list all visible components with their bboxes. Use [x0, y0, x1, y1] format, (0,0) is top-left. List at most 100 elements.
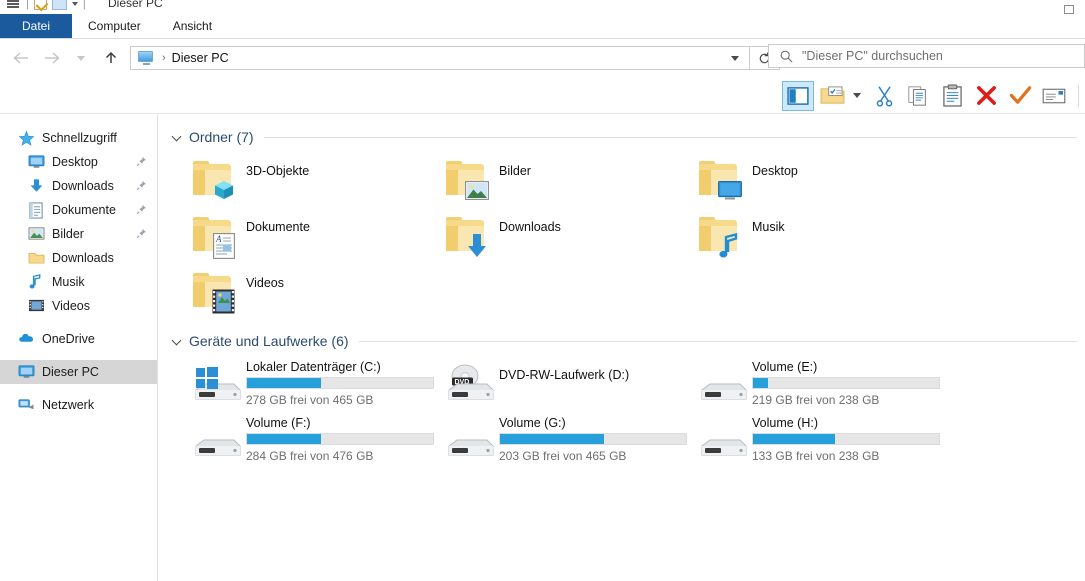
save-icon[interactable]: [33, 0, 47, 10]
new-folder-button[interactable]: [816, 81, 848, 111]
recent-locations-icon[interactable]: [66, 43, 96, 73]
group-title: Ordner (7): [189, 129, 254, 145]
sidebar-item-onedrive[interactable]: OneDrive: [0, 327, 157, 351]
hard-drive-icon: [696, 364, 748, 412]
sidebar-item-videos[interactable]: Videos: [0, 294, 157, 318]
delete-button[interactable]: [970, 81, 1002, 111]
drive-item-d[interactable]: DVD DVD-RW-Laufwerk (D:): [419, 358, 672, 414]
this-pc-icon: [18, 364, 35, 381]
window-title: Dieser PC: [108, 0, 163, 10]
menu-bar: Datei Computer Ansicht: [0, 14, 1085, 39]
group-header-folders[interactable]: Ordner (7): [172, 126, 1085, 148]
drives-grid: Lokaler Datenträger (C:) 278 GB frei von…: [166, 358, 1085, 470]
folder-item-downloads[interactable]: Downloads: [419, 210, 672, 266]
title-bar: | | Dieser PC: [0, 0, 1085, 14]
folder-item-3d-objekte[interactable]: 3D-Objekte: [166, 154, 419, 210]
drive-capacity-text: 284 GB frei von 476 GB: [246, 449, 374, 463]
sidebar-item-label: Schnellzugriff: [42, 131, 117, 145]
sidebar-item-downloads[interactable]: Downloads: [0, 174, 157, 198]
sidebar-item-downloads-folder[interactable]: Downloads: [0, 246, 157, 270]
folder-item-label: Videos: [246, 276, 284, 290]
rename-button[interactable]: [1038, 81, 1070, 111]
drive-usage-fill: [753, 434, 835, 444]
folder-item-bilder[interactable]: Bilder: [419, 154, 672, 210]
search-input[interactable]: "Dieser PC" durchsuchen: [768, 44, 1085, 68]
up-arrow-icon[interactable]: [96, 43, 126, 73]
sidebar-item-dokumente[interactable]: Dokumente: [0, 198, 157, 222]
pin-icon[interactable]: [136, 156, 147, 167]
folder-item-label: Musik: [752, 220, 785, 234]
music-note-icon: [28, 273, 45, 291]
drive-item-e[interactable]: Volume (E:) 219 GB frei von 238 GB: [672, 358, 940, 414]
back-arrow-icon[interactable]: [6, 43, 36, 73]
chevron-down-icon[interactable]: [71, 1, 78, 6]
navigation-pane: Schnellzugriff Desktop Downloads Dokumen…: [0, 114, 158, 581]
sidebar-item-musik[interactable]: Musik: [0, 270, 157, 294]
drive-item-f[interactable]: Volume (F:) 284 GB frei von 476 GB: [166, 414, 434, 470]
menu-tab-ansicht[interactable]: Ansicht: [157, 14, 228, 38]
breadcrumb[interactable]: Dieser PC: [172, 51, 229, 65]
dvd-drive-icon: DVD: [443, 364, 495, 412]
pin-icon[interactable]: [136, 204, 147, 215]
menu-tab-datei[interactable]: Datei: [0, 14, 73, 38]
sidebar-item-dieser-pc[interactable]: Dieser PC: [0, 360, 157, 384]
hard-drive-icon: [696, 420, 748, 468]
toolbar-divider: [1078, 84, 1079, 107]
folder-item-musik[interactable]: Musik: [672, 210, 925, 266]
folder-item-desktop[interactable]: Desktop: [672, 154, 925, 210]
address-input[interactable]: › Dieser PC: [130, 46, 750, 70]
paste-button[interactable]: [936, 81, 968, 111]
maximize-button[interactable]: [1052, 0, 1085, 14]
folder-item-label: Desktop: [752, 164, 798, 178]
folder-item-label: Dokumente: [246, 220, 310, 234]
folder-item-dokumente[interactable]: A Dokumente: [166, 210, 419, 266]
document-icon: [28, 201, 45, 219]
copy-button[interactable]: [902, 81, 934, 111]
search-icon: [780, 50, 793, 63]
titlebar-divider: |: [26, 0, 29, 10]
svg-text:A: A: [215, 234, 222, 244]
breadcrumb-separator: ›: [162, 52, 166, 64]
drive-item-g[interactable]: Volume (G:) 203 GB frei von 465 GB: [419, 414, 687, 470]
menu-icon[interactable]: [6, 0, 21, 11]
pin-icon[interactable]: [136, 228, 147, 239]
drive-item-h[interactable]: Volume (H:) 133 GB frei von 238 GB: [672, 414, 940, 470]
navigation-pane-toggle[interactable]: [782, 80, 814, 111]
folder-pictures-icon: [443, 156, 491, 204]
command-toolbar: [0, 78, 1085, 114]
address-dropdown-button[interactable]: [721, 47, 749, 69]
sidebar-item-bilder[interactable]: Bilder: [0, 222, 157, 246]
window-controls: [1052, 0, 1085, 14]
group-header-drives[interactable]: Geräte und Laufwerke (6): [172, 330, 1085, 352]
hard-drive-icon: [190, 420, 242, 468]
new-folder-dropdown-icon[interactable]: [850, 81, 864, 111]
pin-icon[interactable]: [136, 180, 147, 191]
sidebar-item-label: Dieser PC: [42, 365, 99, 379]
drive-capacity-text: 278 GB frei von 465 GB: [246, 393, 374, 407]
drive-usage-bar: [246, 433, 434, 445]
folder-3d-objects-icon: [190, 156, 238, 204]
drive-item-c[interactable]: Lokaler Datenträger (C:) 278 GB frei von…: [166, 358, 434, 414]
sidebar-item-netzwerk[interactable]: Netzwerk: [0, 393, 157, 417]
group-divider: [263, 136, 1077, 138]
chevron-expanded-icon[interactable]: [172, 132, 182, 142]
group-title: Geräte und Laufwerke (6): [189, 333, 349, 349]
chevron-expanded-icon[interactable]: [172, 336, 182, 346]
cloud-icon: [18, 331, 35, 348]
sidebar-item-label: Downloads: [52, 251, 114, 265]
main-area: Schnellzugriff Desktop Downloads Dokumen…: [0, 114, 1085, 581]
forward-arrow-icon[interactable]: [36, 43, 66, 73]
film-icon: [28, 298, 45, 315]
menu-tab-computer[interactable]: Computer: [72, 14, 157, 38]
confirm-button[interactable]: [1004, 81, 1036, 111]
sidebar-item-label: Dokumente: [52, 203, 116, 217]
folder-item-videos[interactable]: Videos: [166, 266, 419, 322]
monitor-icon[interactable]: [51, 0, 67, 10]
drive-usage-fill: [753, 378, 768, 388]
sidebar-item-desktop[interactable]: Desktop: [0, 150, 157, 174]
drive-label: Volume (F:): [246, 416, 311, 430]
cut-button[interactable]: [868, 81, 900, 111]
drive-usage-fill: [247, 434, 322, 444]
sidebar-item-schnellzugriff[interactable]: Schnellzugriff: [0, 126, 157, 150]
group-divider: [358, 340, 1077, 342]
